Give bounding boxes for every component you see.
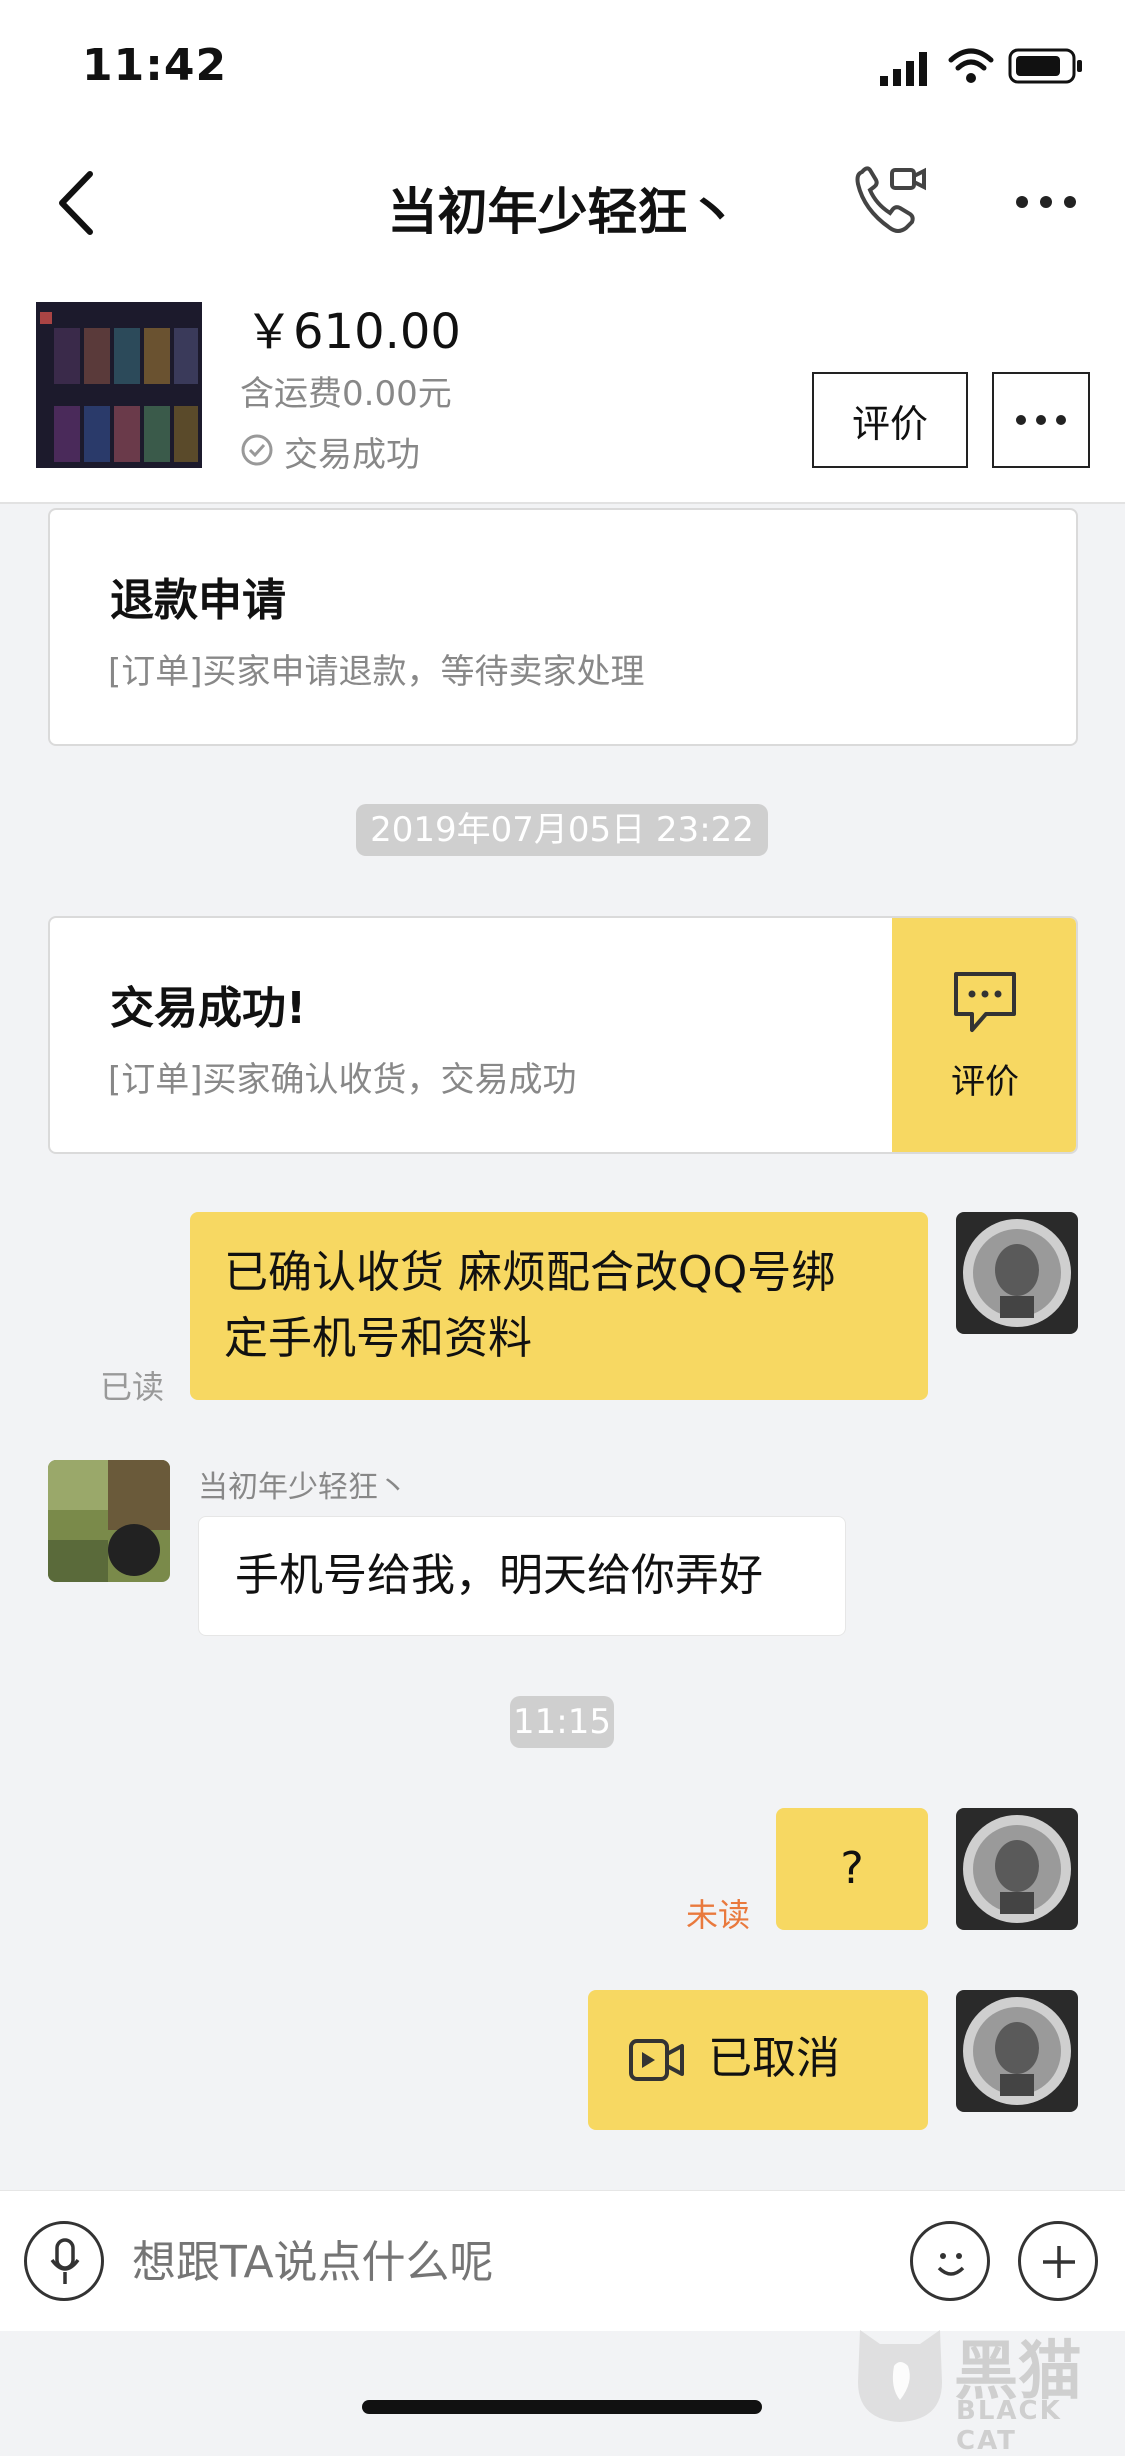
avatar[interactable] bbox=[956, 1808, 1078, 1930]
read-status: 已读 bbox=[100, 1368, 165, 1406]
status-bar: 11:42 bbox=[0, 0, 1125, 132]
more-icon[interactable] bbox=[1014, 192, 1078, 212]
wifi-icon bbox=[948, 48, 994, 83]
chat-icon bbox=[954, 972, 1016, 1032]
message-bubble-received[interactable]: 手机号给我，明天给你弄好 bbox=[198, 1516, 846, 1636]
deal-success-card[interactable]: 交易成功! [订单]买家确认收货，交易成功 评价 bbox=[48, 916, 1078, 1154]
timestamp: 11:15 bbox=[510, 1696, 614, 1748]
message-line: 定手机号和资料 bbox=[224, 1313, 532, 1364]
page-title: 当初年少轻狂丶 bbox=[387, 183, 738, 241]
more-icon bbox=[1016, 415, 1066, 425]
review-action-label: 评价 bbox=[951, 1062, 1019, 1102]
review-button[interactable]: 评价 bbox=[812, 372, 968, 468]
emoji-icon bbox=[937, 2253, 965, 2276]
timestamp: 2019年07月05日 23:22 bbox=[356, 804, 768, 856]
message-input[interactable] bbox=[130, 2221, 894, 2303]
emoji-button[interactable] bbox=[910, 2221, 990, 2301]
avatar[interactable] bbox=[956, 1990, 1078, 2112]
home-indicator bbox=[362, 2400, 762, 2414]
microphone-icon bbox=[50, 2238, 80, 2284]
avatar[interactable] bbox=[956, 1212, 1078, 1334]
video-call-icon[interactable] bbox=[852, 162, 928, 242]
video-icon bbox=[629, 2039, 684, 2081]
refund-card-title: 退款申请 bbox=[110, 575, 286, 626]
watermark-text-en: BLACK CAT bbox=[956, 2396, 1062, 2456]
check-circle-icon bbox=[241, 434, 273, 466]
shipping-fee: 含运费0.00元 bbox=[240, 374, 452, 414]
unread-status: 未读 bbox=[686, 1896, 751, 1934]
product-thumbnail[interactable] bbox=[36, 302, 202, 468]
review-action[interactable]: 评价 bbox=[892, 918, 1076, 1152]
message-bubble-sent[interactable]: 已确认收货 麻烦配合改QQ号绑 定手机号和资料 bbox=[190, 1212, 928, 1400]
refund-card[interactable]: 退款申请 [订单]买家申请退款，等待卖家处理 bbox=[48, 508, 1078, 746]
input-bar bbox=[0, 2190, 1125, 2331]
video-call-status: 已取消 bbox=[708, 2033, 840, 2084]
signal-icon bbox=[880, 52, 927, 86]
message-line: 已确认收货 麻烦配合改QQ号绑 bbox=[224, 1247, 836, 1298]
more-options-button[interactable] bbox=[992, 372, 1090, 468]
review-button-label: 评价 bbox=[851, 401, 928, 446]
cat-logo-icon bbox=[858, 2330, 942, 2422]
battery-icon bbox=[1008, 48, 1082, 84]
video-call-bubble[interactable]: 已取消 bbox=[588, 1990, 928, 2130]
deal-status: 交易成功 bbox=[284, 435, 420, 475]
message-text: ? bbox=[840, 1843, 864, 1894]
watermark: 黑猫 BLACK CAT bbox=[850, 2318, 1120, 2456]
product-price: ￥610.00 bbox=[245, 304, 461, 360]
voice-button[interactable] bbox=[24, 2221, 104, 2301]
status-time: 11:42 bbox=[82, 40, 228, 91]
success-card-title: 交易成功! bbox=[110, 983, 307, 1034]
plus-icon bbox=[1043, 2246, 1075, 2278]
nav-bar: 当初年少轻狂丶 bbox=[0, 132, 1125, 292]
product-header: ￥610.00 含运费0.00元 交易成功 评价 bbox=[0, 292, 1125, 504]
message-bubble-sent[interactable]: ? bbox=[776, 1808, 928, 1930]
sender-name: 当初年少轻狂丶 bbox=[198, 1470, 408, 1505]
success-card-subtitle: [订单]买家确认收货，交易成功 bbox=[108, 1060, 577, 1100]
add-button[interactable] bbox=[1018, 2221, 1098, 2301]
avatar[interactable] bbox=[48, 1460, 170, 1582]
message-text: 手机号给我，明天给你弄好 bbox=[235, 1550, 763, 1601]
refund-card-subtitle: [订单]买家申请退款，等待卖家处理 bbox=[108, 652, 645, 692]
